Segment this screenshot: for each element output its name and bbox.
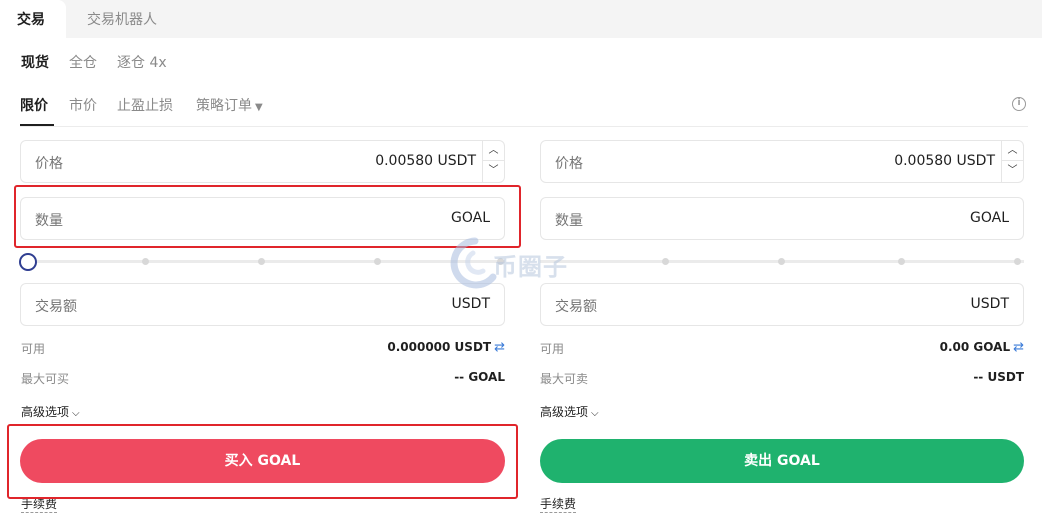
buy-button[interactable]: 买入 GOAL	[20, 439, 505, 483]
sell-advanced-label: 高级选项	[540, 405, 589, 419]
order-type-limit[interactable]: 限价	[20, 95, 48, 115]
sell-quantity-field[interactable]: 数量 GOAL	[540, 197, 1024, 240]
buy-available-value: 0.000000 USDT	[387, 340, 492, 354]
buy-price-field[interactable]: 价格 0.00580 USDT ︿ ﹀	[20, 140, 505, 183]
order-type-divider	[20, 126, 1028, 127]
tab-trading-bot[interactable]: 交易机器人	[87, 9, 157, 29]
buy-max-label: 最大可买	[21, 372, 70, 386]
sell-max-label: 最大可卖	[540, 372, 589, 386]
chevron-down-icon[interactable]: ﹀	[483, 161, 504, 181]
chevron-up-icon[interactable]: ︿	[1002, 141, 1023, 161]
sell-quantity-unit: GOAL	[970, 210, 1009, 226]
buy-slider-handle[interactable]	[19, 253, 37, 271]
sell-amount-field[interactable]: 交易额 USDT	[540, 283, 1024, 326]
top-tab-bar: 交易 交易机器人	[0, 0, 1042, 38]
tab-trade[interactable]: 交易	[0, 0, 66, 38]
sell-amount-unit: USDT	[970, 296, 1009, 312]
mode-spot[interactable]: 现货	[21, 52, 49, 72]
sell-available-value-row: 0.00 GOAL ⇄	[940, 340, 1024, 355]
buy-amount-label: 交易额	[35, 299, 77, 315]
order-type-strategy[interactable]: 策略订单 ▼	[196, 95, 263, 115]
buy-price-value: 0.00580 USDT	[375, 153, 476, 169]
buy-amount-field[interactable]: 交易额 USDT	[20, 283, 505, 326]
buy-slider-mark[interactable]	[258, 258, 265, 265]
watermark: 币圈子	[445, 233, 605, 293]
buy-slider-track[interactable]	[28, 260, 505, 263]
chevron-down-icon: ▼	[255, 102, 263, 113]
chevron-down-icon[interactable]: ﹀	[1002, 161, 1023, 181]
swap-icon[interactable]: ⇄	[494, 340, 505, 355]
order-type-market[interactable]: 市价	[69, 95, 97, 115]
sell-quantity-label: 数量	[555, 213, 583, 229]
buy-amount-unit: USDT	[451, 296, 490, 312]
sell-price-field[interactable]: 价格 0.00580 USDT ︿ ﹀	[540, 140, 1024, 183]
buy-quantity-field[interactable]: 数量 GOAL	[20, 197, 505, 240]
sell-max-value: -- USDT	[973, 370, 1024, 384]
sell-amount-label: 交易额	[555, 299, 597, 315]
buy-quantity-unit: GOAL	[451, 210, 490, 226]
chevron-down-icon: ⌵	[591, 408, 599, 419]
buy-advanced-label: 高级选项	[21, 405, 70, 419]
order-type-strategy-label: 策略订单	[196, 98, 252, 114]
sell-available-value: 0.00 GOAL	[939, 340, 1011, 354]
buy-advanced-options[interactable]: 高级选项 ⌵	[21, 403, 80, 420]
sell-price-label: 价格	[555, 156, 583, 172]
sell-slider-mark[interactable]	[662, 258, 669, 265]
order-type-tpsl[interactable]: 止盈止损	[117, 95, 173, 115]
buy-quantity-label: 数量	[35, 213, 63, 229]
sell-advanced-options[interactable]: 高级选项 ⌵	[540, 403, 599, 420]
buy-slider-mark[interactable]	[374, 258, 381, 265]
watermark-text: 币圈子	[493, 253, 568, 281]
chevron-up-icon[interactable]: ︿	[483, 141, 504, 161]
swap-icon[interactable]: ⇄	[1013, 340, 1024, 355]
sell-fee-label[interactable]: 手续费	[540, 497, 577, 513]
sell-price-value: 0.00580 USDT	[894, 153, 995, 169]
buy-available-value-row: 0.000000 USDT ⇄	[387, 340, 505, 355]
mode-cross[interactable]: 全仓	[69, 52, 97, 72]
sell-button[interactable]: 卖出 GOAL	[540, 439, 1024, 483]
sell-slider-mark[interactable]	[778, 258, 785, 265]
chevron-down-icon: ⌵	[72, 408, 80, 419]
buy-price-label: 价格	[35, 156, 63, 172]
sell-available-label: 可用	[540, 342, 565, 356]
buy-slider-mark[interactable]	[142, 258, 149, 265]
buy-available-label: 可用	[21, 342, 46, 356]
buy-fee-label[interactable]: 手续费	[21, 497, 58, 513]
buy-max-value: -- GOAL	[454, 370, 505, 384]
mode-isolated[interactable]: 逐仓 4x	[117, 52, 167, 72]
sell-slider-mark[interactable]	[898, 258, 905, 265]
info-icon[interactable]: i	[1012, 97, 1026, 111]
sell-slider-mark[interactable]	[1014, 258, 1021, 265]
buy-price-stepper: ︿ ﹀	[482, 141, 504, 182]
sell-price-stepper: ︿ ﹀	[1001, 141, 1023, 182]
